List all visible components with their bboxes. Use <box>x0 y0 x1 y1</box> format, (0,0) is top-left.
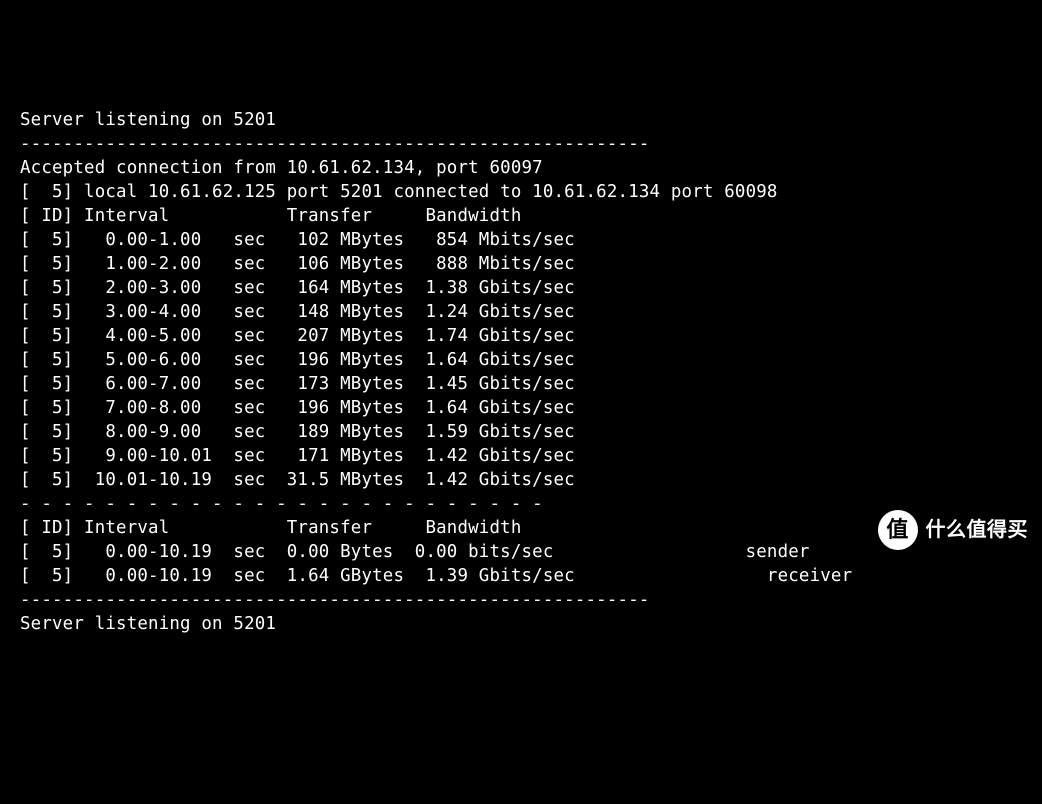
summary-row: [ 5] 0.00-10.19 sec 0.00 Bytes 0.00 bits… <box>20 540 1022 564</box>
listening-line: Server listening on 5201 <box>20 108 1022 132</box>
table-row: [ 5] 2.00-3.00 sec 164 MBytes 1.38 Gbits… <box>20 276 1022 300</box>
table-row: [ 5] 6.00-7.00 sec 173 MBytes 1.45 Gbits… <box>20 372 1022 396</box>
divider-dashed: - - - - - - - - - - - - - - - - - - - - … <box>20 492 1022 516</box>
table-row: [ 5] 0.00-1.00 sec 102 MBytes 854 Mbits/… <box>20 228 1022 252</box>
divider-solid: ----------------------------------------… <box>20 588 1022 612</box>
table-row: [ 5] 3.00-4.00 sec 148 MBytes 1.24 Gbits… <box>20 300 1022 324</box>
table-row: [ 5] 5.00-6.00 sec 196 MBytes 1.64 Gbits… <box>20 348 1022 372</box>
local-line: [ 5] local 10.61.62.125 port 5201 connec… <box>20 180 1022 204</box>
table-row: [ 5] 10.01-10.19 sec 31.5 MBytes 1.42 Gb… <box>20 468 1022 492</box>
accepted-line: Accepted connection from 10.61.62.134, p… <box>20 156 1022 180</box>
table-row: [ 5] 8.00-9.00 sec 189 MBytes 1.59 Gbits… <box>20 420 1022 444</box>
listening-line: Server listening on 5201 <box>20 612 1022 636</box>
watermark-badge-icon: 值 <box>878 510 918 550</box>
divider-solid: ----------------------------------------… <box>20 132 1022 156</box>
table-row: [ 5] 7.00-8.00 sec 196 MBytes 1.64 Gbits… <box>20 396 1022 420</box>
summary-row: [ 5] 0.00-10.19 sec 1.64 GBytes 1.39 Gbi… <box>20 564 1022 588</box>
summary-header: [ ID] Interval Transfer Bandwidth <box>20 516 1022 540</box>
table-row: [ 5] 4.00-5.00 sec 207 MBytes 1.74 Gbits… <box>20 324 1022 348</box>
watermark: 值 什么值得买 <box>878 510 1029 550</box>
watermark-brand-text: 什么值得买 <box>926 518 1029 542</box>
table-row: [ 5] 9.00-10.01 sec 171 MBytes 1.42 Gbit… <box>20 444 1022 468</box>
table-row: [ 5] 1.00-2.00 sec 106 MBytes 888 Mbits/… <box>20 252 1022 276</box>
terminal-output: Server listening on 5201----------------… <box>20 108 1022 636</box>
table-header: [ ID] Interval Transfer Bandwidth <box>20 204 1022 228</box>
